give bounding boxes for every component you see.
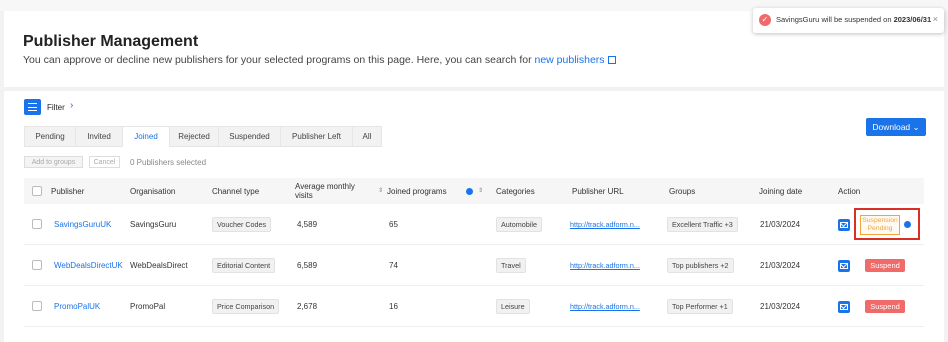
col-categories: Categories [496,186,535,196]
table-header: Publisher Organisation Channel type Aver… [24,178,924,204]
avg-visits: 2,678 [297,302,318,311]
tab-rejected[interactable]: Rejected [169,126,218,147]
page-title: Publisher Management [23,33,199,50]
avg-visits: 4,589 [297,220,318,229]
channel-type: Price Comparison [212,286,280,327]
chevron-down-icon: ⌄ [912,121,920,132]
add-to-groups-button[interactable]: Add to groups [24,156,83,168]
col-action: Action [838,186,861,196]
joined-programs: 16 [389,302,398,311]
channel-type: Voucher Codes [212,204,272,245]
select-all-checkbox[interactable] [32,186,42,196]
avg-visits: 6,589 [297,261,318,270]
category: Leisure [496,286,530,327]
suspension-toast: ✓ SavingsGuru will be suspended on 2023/… [753,8,944,33]
row-checkbox[interactable] [32,219,42,229]
close-icon[interactable]: × [933,14,938,24]
chevron-right-icon[interactable]: › [70,100,73,111]
col-groups: Groups [669,186,696,196]
joining-date: 21/03/2024 [760,261,801,270]
publishers-panel: Filter › Pending Invited Joined Rejected… [4,91,944,342]
check-icon: ✓ [759,14,771,26]
info-icon [466,187,473,195]
tab-pending[interactable]: Pending [24,126,75,147]
groups[interactable]: Top Performer +1 [667,286,733,327]
message-button[interactable] [838,204,850,245]
highlight-frame [854,208,920,240]
col-publisher-url: Publisher URL [572,186,624,196]
status-tabs: Pending Invited Joined Rejected Suspende… [24,126,382,147]
tab-publisher-left[interactable]: Publisher Left [280,126,352,147]
new-publishers-link[interactable]: new publishers [535,54,616,66]
suspend-button[interactable]: Suspend [865,286,905,327]
joining-date: 21/03/2024 [760,220,801,229]
tab-joined[interactable]: Joined [122,126,169,147]
download-button[interactable]: Download ⌄ [866,118,926,136]
mail-icon [838,259,850,272]
tab-invited[interactable]: Invited [75,126,122,147]
category: Travel [496,245,526,286]
col-publisher: Publisher [51,186,85,196]
channel-type: Editorial Content [212,245,276,286]
page-description: You can approve or decline new publisher… [23,54,616,66]
category: Automobile [496,204,542,245]
mail-icon [838,218,850,231]
sort-icon: ⇕ [378,187,384,194]
external-link-icon [607,56,616,64]
table-row: WebDealsDirectUK WebDealsDirect Editoria… [24,245,924,286]
mail-icon [838,300,850,313]
publisher-link[interactable]: SavingsGuruUK [54,204,111,245]
row-checkbox[interactable] [32,260,42,270]
col-avg-visits: Average monthly visits [295,182,355,200]
publisher-link[interactable]: PromoPalUK [54,286,100,327]
sort-icon: ⇕ [478,187,484,194]
col-joined-programs: Joined programs [387,186,447,196]
col-joined-info[interactable]: ⇕ [466,178,483,204]
joined-programs: 65 [389,220,398,229]
toast-message: SavingsGuru will be suspended on 2023/06… [776,15,932,24]
publisher-url-link[interactable]: http://track.adform.n... [570,204,640,245]
row-checkbox[interactable] [32,301,42,311]
message-button[interactable] [838,245,850,286]
joined-programs: 74 [389,261,398,270]
selected-count: 0 Publishers selected [130,158,207,167]
organisation: WebDealsDirect [130,261,188,270]
description-text: You can approve or decline new publisher… [23,54,532,66]
joining-date: 21/03/2024 [760,302,801,311]
filter-button[interactable] [24,99,41,115]
publisher-url-link[interactable]: http://track.adform.n... [570,245,640,286]
tab-all[interactable]: All [352,126,382,147]
toast-date: 2023/06/31 [893,15,932,24]
table-row: PromoPalUK PromoPal Price Comparison 2,6… [24,286,924,327]
suspend-button[interactable]: Suspend [865,245,905,286]
filter-label[interactable]: Filter [47,103,65,112]
publisher-url-link[interactable]: http://track.adform.n... [570,286,640,327]
organisation: SavingsGuru [130,220,177,229]
groups[interactable]: Excellent Traffic +3 [667,204,738,245]
cancel-button[interactable]: Cancel [89,156,120,168]
col-organisation: Organisation [130,186,176,196]
table-row: SavingsGuruUK SavingsGuru Voucher Codes … [24,204,924,245]
groups[interactable]: Top publishers +2 [667,245,734,286]
tab-suspended[interactable]: Suspended [218,126,280,147]
organisation: PromoPal [130,302,166,311]
col-joining-date: Joining date [759,186,803,196]
col-channel-type: Channel type [212,186,260,196]
publisher-link[interactable]: WebDealsDirectUK [54,245,123,286]
col-avg-visits-sort[interactable]: ⇕ [373,178,383,204]
message-button[interactable] [838,286,850,327]
